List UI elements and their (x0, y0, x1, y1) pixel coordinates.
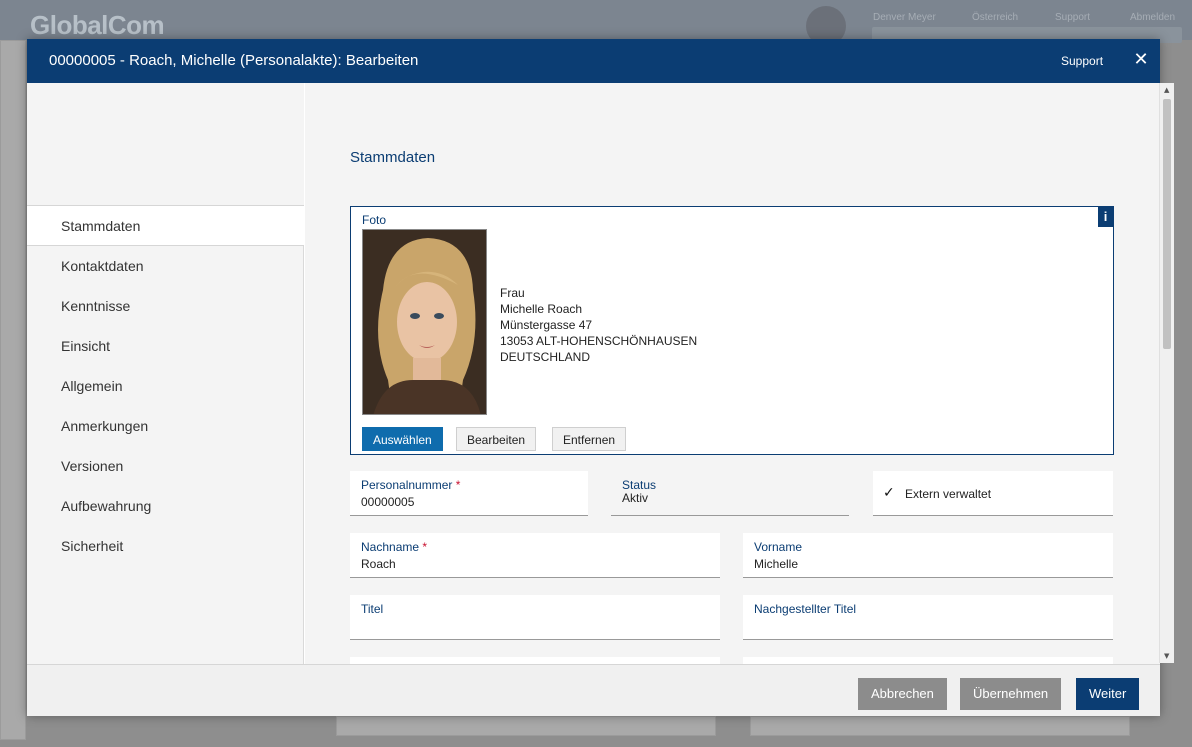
support-link[interactable]: Support (1061, 54, 1103, 68)
profile-photo (362, 229, 487, 415)
sidebar-item-stammdaten[interactable]: Stammdaten (27, 206, 304, 246)
address-name: Michelle Roach (500, 302, 583, 316)
personalnummer-field[interactable]: Personalnummer * 00000005 (350, 471, 588, 516)
close-icon[interactable]: ✕ (1131, 50, 1151, 70)
vorname-value: Michelle (754, 557, 799, 571)
scroll-up-icon[interactable]: ▲ (1164, 86, 1169, 94)
nachname-field[interactable]: Nachname * Roach (350, 533, 720, 578)
sidebar-item-einsicht[interactable]: Einsicht (27, 326, 304, 366)
sidebar-item-anmerkungen[interactable]: Anmerkungen (27, 406, 304, 446)
sidebar-item-kenntnisse[interactable]: Kenntnisse (27, 286, 304, 326)
vorname-label: Vorname (754, 540, 803, 554)
background-support: Support (1055, 12, 1091, 23)
background-user-name: Denver Meyer (873, 12, 936, 23)
background-panel (750, 716, 1130, 736)
titel-label: Titel (361, 602, 384, 616)
nachgestellter-titel-field[interactable]: Nachgestellter Titel (743, 595, 1113, 640)
cancel-button[interactable]: Abbrechen (858, 678, 947, 710)
select-photo-button[interactable]: Auswählen (362, 427, 443, 451)
edit-photo-button[interactable]: Bearbeiten (456, 427, 537, 451)
nachgestellter-titel-label: Nachgestellter Titel (754, 602, 857, 616)
next-button[interactable]: Weiter (1076, 678, 1140, 710)
vorname-field[interactable]: Vorname Michelle (743, 533, 1113, 578)
status-label: Status (622, 478, 657, 492)
portrait-image (363, 230, 486, 414)
edit-dialog: 00000005 - Roach, Michelle (Personalakte… (27, 39, 1160, 716)
dialog-title: 00000005 - Roach, Michelle (Personalakte… (49, 52, 419, 69)
next-field-right[interactable] (743, 657, 1113, 664)
background-country: Österreich (972, 12, 1019, 23)
scroll-down-icon[interactable]: ▼ (1164, 652, 1169, 660)
status-field: Status Aktiv (611, 471, 849, 516)
remove-photo-button[interactable]: Entfernen (552, 427, 627, 451)
apply-button[interactable]: Übernehmen (960, 678, 1062, 710)
dialog-header: 00000005 - Roach, Michelle (Personalakte… (27, 39, 1160, 83)
sidebar-header-area (27, 83, 304, 206)
sidebar-item-kontaktdaten[interactable]: Kontaktdaten (27, 246, 304, 286)
sidebar-item-sicherheit[interactable]: Sicherheit (27, 526, 304, 566)
personalnummer-value: 00000005 (361, 495, 415, 509)
checkmark-icon: ✓ (883, 485, 895, 501)
background-topbar: GlobalCom Denver Meyer Österreich Suppor… (0, 0, 1192, 46)
section-title: Stammdaten (350, 149, 436, 166)
titel-field[interactable]: Titel (350, 595, 720, 640)
status-value: Aktiv (622, 491, 649, 505)
dialog-footer: Abbrechen Übernehmen Weiter (27, 664, 1160, 716)
required-marker: * (422, 540, 428, 554)
info-icon[interactable]: i (1098, 207, 1113, 227)
background-logout: Abmelden (1130, 12, 1176, 23)
photo-label: Foto (362, 213, 387, 227)
sidebar-item-versionen[interactable]: Versionen (27, 446, 304, 486)
extern-verwaltet-checkbox[interactable]: ✓ Extern verwaltet (873, 471, 1113, 516)
background-logo: GlobalCom (30, 10, 165, 40)
background-left-panel (0, 40, 26, 740)
address-city: 13053 ALT-HOHENSCHÖNHAUSEN (500, 334, 698, 348)
sidebar-item-allgemein[interactable]: Allgemein (27, 366, 304, 406)
address-street: Münstergasse 47 (500, 318, 593, 332)
next-field-left[interactable] (350, 657, 720, 664)
required-marker: * (455, 478, 461, 492)
nachname-value: Roach (361, 557, 396, 571)
background-panel (336, 716, 716, 736)
content-scrollbar[interactable]: ▲ ▼ (1159, 83, 1174, 663)
personalnummer-label: Personalnummer * (361, 478, 461, 492)
scroll-thumb[interactable] (1163, 99, 1171, 349)
nachname-label: Nachname * (361, 540, 428, 554)
sidebar-item-aufbewahrung[interactable]: Aufbewahrung (27, 486, 304, 526)
contact-address: Frau Michelle Roach Münstergasse 47 1305… (500, 285, 697, 365)
photo-panel: Foto i Frau Michelle Roach Münstergasse … (350, 206, 1114, 455)
main-content: Stammdaten Foto i Frau Michelle Roach Mü… (305, 83, 1160, 664)
address-country: DEUTSCHLAND (500, 350, 591, 364)
extern-verwaltet-label: Extern verwaltet (905, 487, 992, 501)
sidebar: Stammdaten Kontaktdaten Kenntnisse Einsi… (27, 83, 304, 664)
address-salutation: Frau (500, 286, 525, 300)
